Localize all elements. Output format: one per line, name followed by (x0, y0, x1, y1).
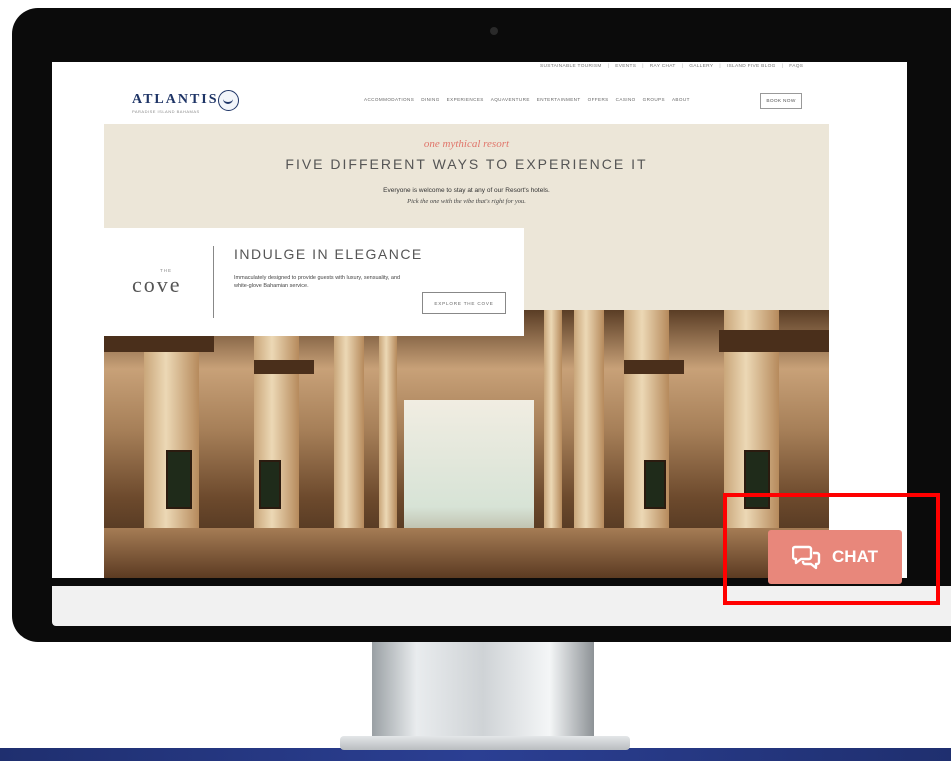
util-link-gallery[interactable]: GALLERY (689, 64, 713, 69)
lobby-artwork (166, 450, 192, 509)
nav-accommodations[interactable]: ACCOMMODATIONS (364, 97, 414, 102)
cove-description: Immaculately designed to provide guests … (234, 275, 401, 289)
util-link-blog[interactable]: ISLAND FIVE BLOG (727, 64, 776, 69)
hero-tagline: one mythical resort (423, 138, 510, 150)
lobby-balcony (719, 330, 829, 352)
atlantis-logo[interactable]: ATLANTIS PARADISE ISLAND BAHAMAS (132, 92, 219, 114)
cove-heading: INDULGE IN ELEGANCE (234, 246, 423, 262)
lobby-photo (104, 310, 829, 578)
nav-dining[interactable]: DINING (421, 97, 439, 102)
nav-offers[interactable]: OFFERS (588, 97, 609, 102)
separator: | (781, 64, 784, 69)
util-link-events[interactable]: EVENTS (615, 64, 636, 69)
cove-divider (213, 246, 214, 318)
explore-cove-button[interactable]: EXPLORE THE COVE (422, 292, 506, 314)
utility-nav: SUSTAINABLE TOURISM | EVENTS | RAY CHAT | G… (540, 64, 803, 69)
logo-name: ATLANTIS (132, 92, 219, 107)
lobby-artwork (259, 460, 281, 509)
hero-intro-line1: Everyone is welcome to stay at any of ou… (383, 187, 550, 194)
nav-about[interactable]: ABOUT (672, 97, 690, 102)
hero-intro-line2: Pick the one with the vibe that's right … (407, 198, 526, 205)
nav-groups[interactable]: GROUPS (643, 97, 665, 102)
nav-entertainment[interactable]: ENTERTAINMENT (537, 97, 581, 102)
separator: | (607, 64, 610, 69)
hero-headline: FIVE DIFFERENT WAYS TO EXPERIENCE IT (285, 156, 648, 172)
cove-card: THE cove INDULGE IN ELEGANCE Immaculatel… (104, 228, 524, 336)
util-link-faqs[interactable]: FAQS (789, 64, 803, 69)
camera-dot (490, 27, 498, 35)
main-nav: ACCOMMODATIONS DINING EXPERIENCES AQUAVE… (364, 97, 690, 102)
lobby-balcony (254, 360, 314, 374)
separator: | (681, 64, 684, 69)
util-link-sustainable[interactable]: SUSTAINABLE TOURISM (540, 64, 602, 69)
lobby-artwork (644, 460, 666, 509)
logo-subtitle: PARADISE ISLAND BAHAMAS (132, 109, 200, 114)
nav-experiences[interactable]: EXPERIENCES (447, 97, 484, 102)
book-now-button[interactable]: BOOK NOW (760, 93, 802, 109)
util-link-ray-chat[interactable]: RAY CHAT (650, 64, 676, 69)
nav-aquaventure[interactable]: AQUAVENTURE (491, 97, 530, 102)
separator: | (642, 64, 644, 69)
monitor-base (340, 736, 630, 750)
lobby-balcony (624, 360, 684, 374)
monitor-stand (372, 642, 594, 750)
cove-logo: cove (132, 272, 182, 297)
nav-casino[interactable]: CASINO (616, 97, 636, 102)
atlantis-seal-icon (218, 90, 239, 111)
chat-highlight-box (723, 493, 940, 605)
separator: | (719, 64, 721, 69)
lobby-floor (104, 528, 829, 578)
